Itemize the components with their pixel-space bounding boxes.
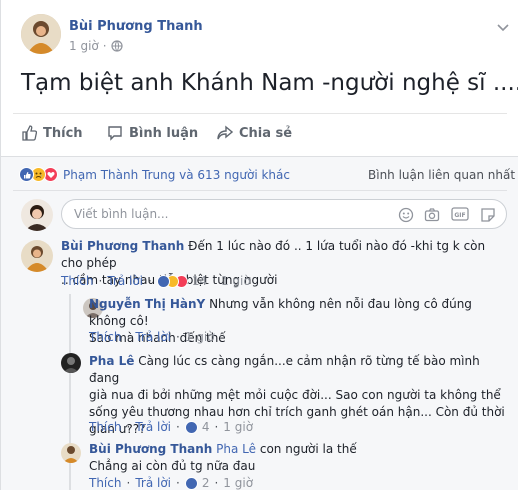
divider [13, 113, 507, 114]
comment-author[interactable]: Bùi Phương Thanh [61, 239, 184, 253]
like-reaction-icon [184, 420, 198, 434]
comment-author[interactable]: Pha Lê [89, 354, 134, 368]
reactors-link[interactable]: Phạm Thành Trung và 613 người khác [63, 168, 290, 182]
post-card: Bùi Phương Thanh 1 giờ · Tạm biệt anh Kh… [0, 0, 518, 490]
comment-time[interactable]: 1 giờ [223, 476, 253, 490]
like-reaction-icon [156, 274, 170, 288]
divider [13, 190, 507, 191]
comment-reactions[interactable]: 4 [184, 420, 209, 434]
comment-actions: Thích · Trả lời · 2 · 1 giờ [89, 476, 254, 490]
share-icon [217, 125, 233, 140]
comment-text: già nua đi bởi những mệt mỏi cuộc đời...… [89, 388, 501, 402]
comment-time[interactable]: 1 giờ [221, 274, 251, 288]
like-reaction-icon [19, 167, 34, 182]
camera-icon[interactable] [424, 207, 440, 223]
author-avatar[interactable] [21, 14, 61, 54]
comment-sort-dropdown[interactable]: Bình luận liên quan nhất [368, 168, 518, 182]
post-text: Tạm biệt anh Khánh Nam -người nghệ sĩ ..… [21, 70, 518, 96]
comment-like-link[interactable]: Thích [61, 274, 93, 288]
comment-reactions[interactable]: 2 [184, 476, 209, 490]
comment-reply-link[interactable]: Trả lời [135, 420, 171, 434]
comment-button[interactable]: Bình luận [107, 125, 198, 141]
chevron-down-icon[interactable] [497, 24, 509, 32]
svg-text:GIF: GIF [454, 212, 465, 219]
gif-icon[interactable]: GIF [451, 206, 469, 222]
comment-author[interactable]: Bùi Phương Thanh [89, 442, 212, 456]
globe-icon [110, 40, 123, 52]
comment-composer[interactable]: Viết bình luận... GIF [61, 199, 507, 229]
current-user-avatar [21, 199, 53, 231]
like-button[interactable]: Thích [21, 125, 83, 141]
comment-reply-link[interactable]: Trả lời [107, 274, 143, 288]
commenter-avatar[interactable] [21, 240, 53, 272]
comment-like-link[interactable]: Thích [89, 330, 121, 344]
commenter-avatar[interactable] [61, 443, 81, 463]
comment-icon [108, 126, 122, 141]
comment-reactions[interactable]: 14 [156, 274, 207, 288]
comment-actions: Thích · Trả lời · 1 giờ [89, 330, 215, 344]
comment-text: con người la thế [259, 442, 357, 456]
post-time[interactable]: 1 giờ · [69, 39, 123, 53]
comment-text: Chẳng ai còn đủ tg nữa đau [89, 459, 256, 473]
comment-like-link[interactable]: Thích [89, 420, 121, 434]
comment-text: Càng lúc cs càng ngắn...e cảm nhận rõ từ… [89, 354, 480, 385]
composer-placeholder: Viết bình luận... [74, 207, 169, 221]
commenter-avatar[interactable] [61, 353, 81, 373]
comment-actions: Thích · Trả lời · 14 · 1 giờ [61, 274, 251, 288]
comment-time[interactable]: 1 giờ [185, 330, 215, 344]
sticker-icon[interactable] [480, 207, 496, 223]
comment-like-link[interactable]: Thích [89, 476, 121, 490]
comment-time[interactable]: 1 giờ [223, 420, 253, 434]
comment-mention[interactable]: Pha Lê [216, 442, 256, 456]
comment-reply-link[interactable]: Trả lời [135, 330, 171, 344]
comment-text: sống yêu thương nhau hơn chỉ trích ganh … [89, 405, 505, 419]
share-button[interactable]: Chia sẻ [217, 125, 292, 141]
like-reaction-icon [184, 476, 198, 490]
thumbs-up-icon [22, 125, 37, 141]
comment-actions: Thích · Trả lời · 4 · 1 giờ [89, 420, 254, 434]
post-author[interactable]: Bùi Phương Thanh [69, 19, 203, 34]
comment-author[interactable]: Nguyễn Thị HànY [89, 297, 205, 311]
emoji-icon[interactable] [398, 207, 414, 223]
comment-reply-link[interactable]: Trả lời [135, 476, 171, 490]
comment: Bùi Phương Thanh Pha Lê con người la thế… [89, 441, 509, 475]
